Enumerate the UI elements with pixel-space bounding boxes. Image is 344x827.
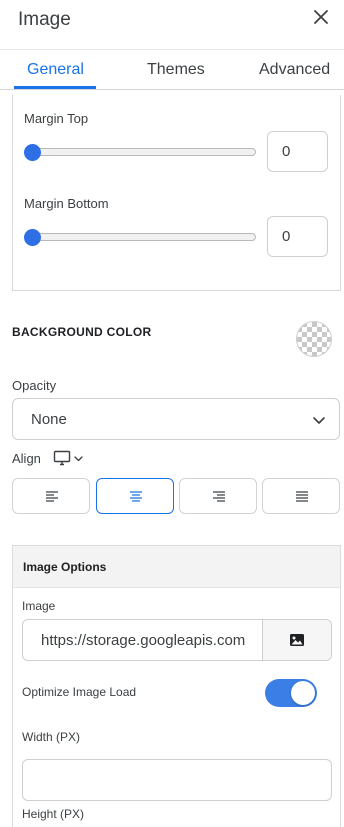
close-icon[interactable]: [310, 6, 332, 28]
tab-advanced[interactable]: Advanced: [259, 61, 330, 79]
chevron-down-icon[interactable]: [73, 453, 84, 464]
opacity-selected-value: None: [31, 411, 67, 428]
tab-bar: General Themes Advanced: [0, 50, 344, 90]
align-center-icon: [130, 491, 142, 502]
image-browse-button[interactable]: [262, 620, 331, 660]
desktop-monitor-icon[interactable]: [53, 450, 71, 466]
background-color-label: BACKGROUND COLOR: [12, 325, 152, 339]
margin-top-label: Margin Top: [24, 111, 89, 126]
tab-general[interactable]: General: [27, 61, 84, 79]
image-options-section: Image Options Image https://storage.goog…: [12, 545, 341, 827]
optimize-image-load-label: Optimize Image Load: [22, 685, 137, 699]
margin-top-slider-thumb[interactable]: [24, 144, 41, 161]
height-label: Height (PX): [22, 807, 85, 821]
image-icon: [290, 634, 304, 646]
align-right-button[interactable]: [179, 478, 257, 514]
align-left-icon: [46, 491, 58, 502]
panel-header: Image: [0, 0, 344, 50]
margin-settings: Margin Top 0 Margin Bottom 0: [12, 95, 341, 291]
chevron-down-icon: [313, 417, 325, 424]
toggle-knob: [291, 681, 315, 705]
margin-bottom-input[interactable]: 0: [267, 216, 328, 257]
panel-title: Image: [18, 9, 71, 30]
image-url-input[interactable]: https://storage.googleapis.com: [41, 632, 261, 649]
image-options-header: Image Options: [13, 546, 340, 588]
width-label: Width (PX): [22, 730, 81, 744]
image-label: Image: [22, 599, 56, 613]
margin-bottom-slider-thumb[interactable]: [24, 229, 41, 246]
optimize-image-load-toggle[interactable]: [265, 679, 317, 707]
align-justify-button[interactable]: [262, 478, 340, 514]
width-input[interactable]: [22, 759, 332, 801]
align-left-button[interactable]: [12, 478, 90, 514]
align-justify-icon: [296, 491, 308, 502]
align-right-icon: [213, 491, 225, 502]
align-label: Align: [12, 451, 41, 466]
background-color-swatch[interactable]: [296, 321, 332, 357]
margin-bottom-slider[interactable]: [27, 233, 256, 241]
align-center-button[interactable]: [96, 478, 174, 514]
image-url-field[interactable]: https://storage.googleapis.com: [22, 619, 332, 661]
margin-top-input[interactable]: 0: [267, 131, 328, 172]
opacity-select[interactable]: None: [12, 398, 340, 440]
margin-top-slider[interactable]: [27, 148, 256, 156]
margin-bottom-label: Margin Bottom: [24, 196, 109, 211]
tab-themes[interactable]: Themes: [147, 61, 205, 79]
image-options-title: Image Options: [23, 560, 107, 574]
active-tab-indicator: [14, 86, 96, 89]
opacity-label: Opacity: [12, 378, 57, 393]
